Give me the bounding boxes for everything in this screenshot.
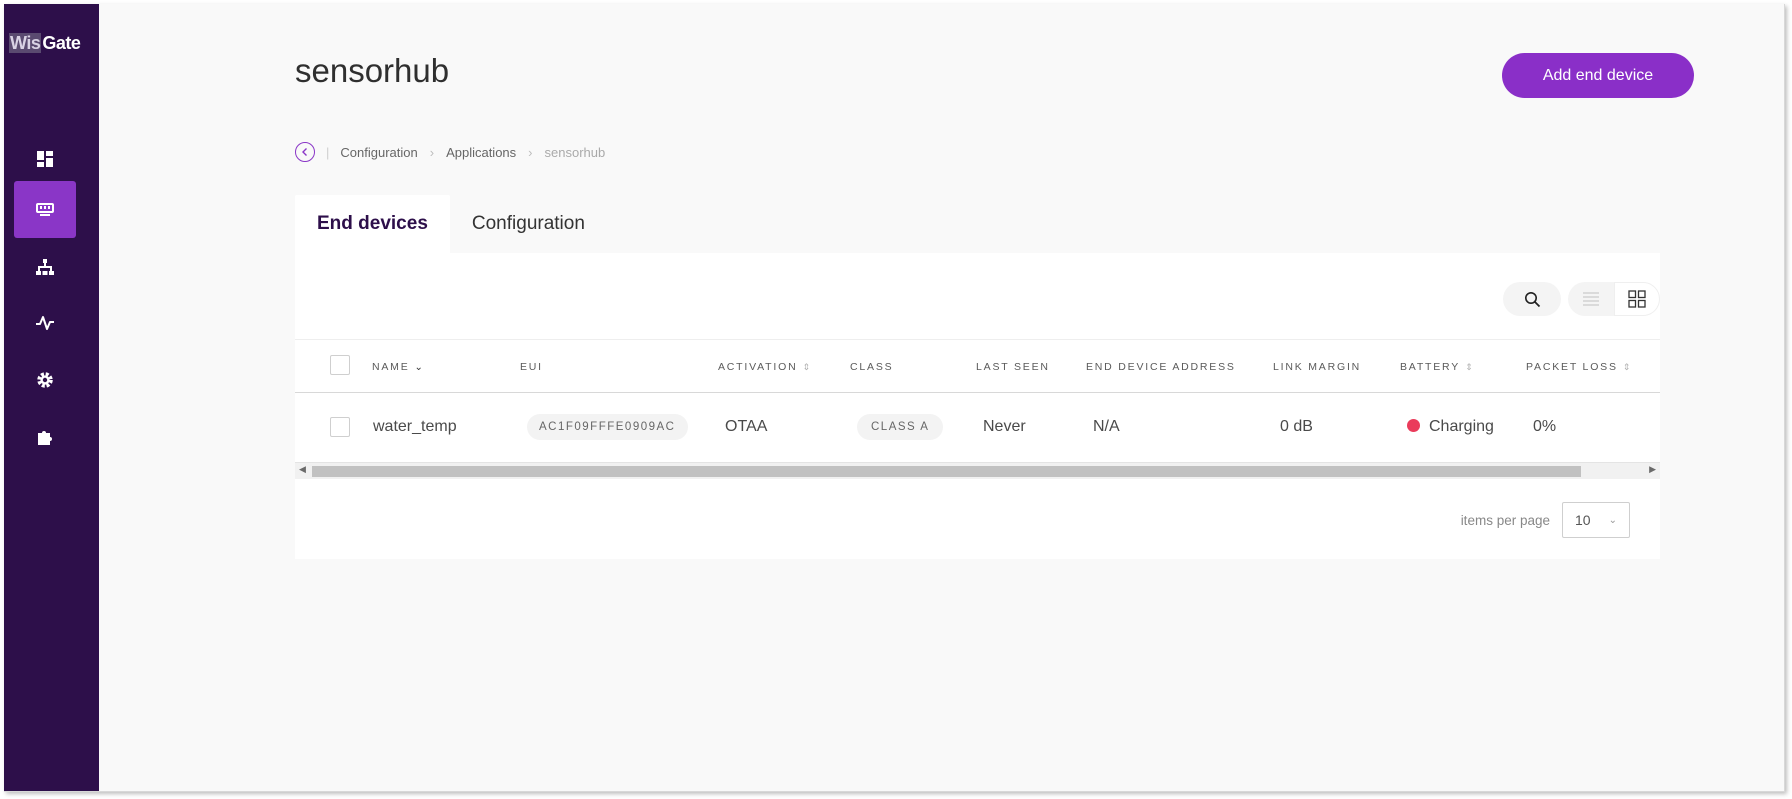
horizontal-scrollbar[interactable]: ◀ ▶ — [295, 462, 1660, 479]
column-header-last-seen: LAST SEEN — [976, 361, 1050, 373]
breadcrumb-configuration[interactable]: Configuration — [340, 145, 417, 160]
sidebar-item-devices[interactable] — [14, 181, 76, 238]
end-devices-card: NAME ⌄ EUI ACTIVATION ⇕ CLASS LAST SEEN EN… — [295, 253, 1660, 559]
search-icon — [1524, 291, 1540, 307]
row-checkbox[interactable] — [330, 417, 350, 437]
list-view-button[interactable] — [1568, 282, 1614, 316]
back-button[interactable] — [295, 142, 315, 162]
grid-view-icon — [1628, 290, 1646, 308]
network-tree-icon — [36, 258, 54, 275]
device-class-badge: CLASS A — [857, 414, 944, 440]
breadcrumb-current: sensorhub — [544, 144, 606, 160]
end-devices-table: NAME ⌄ EUI ACTIVATION ⇕ CLASS LAST SEEN EN… — [295, 339, 1660, 462]
sidebar-item-extensions[interactable] — [14, 408, 76, 465]
table-row[interactable]: water_temp AC1F09FFFE0909AC OTAA CLASS A… — [295, 393, 1660, 462]
select-all-checkbox[interactable] — [330, 355, 350, 375]
grid-view-button[interactable] — [1613, 282, 1660, 316]
tab-bar: End devices Configuration — [295, 195, 607, 253]
battery-status-text: Charging — [1429, 418, 1494, 435]
list-view-icon — [1582, 292, 1599, 306]
sort-icon: ⇕ — [1622, 361, 1633, 372]
sidebar-item-settings[interactable] — [14, 351, 76, 408]
column-header-packet-loss[interactable]: PACKET LOSS ⇕ — [1526, 361, 1632, 373]
activity-pulse-icon — [36, 315, 54, 330]
items-per-page-value: 10 — [1575, 512, 1591, 528]
column-header-activation[interactable]: ACTIVATION ⇕ — [718, 361, 812, 373]
chevron-right-icon: › — [429, 144, 435, 160]
device-packet-loss: 0% — [1533, 418, 1557, 435]
page-title: sensorhub — [295, 52, 450, 89]
chevron-left-icon — [302, 148, 307, 156]
sidebar-item-network[interactable] — [14, 238, 76, 295]
items-per-page-select[interactable]: 10 ⌄ — [1562, 502, 1630, 538]
view-toggle — [1548, 282, 1660, 316]
device-name[interactable]: water_temp — [373, 418, 457, 436]
sort-icon: ⇕ — [1465, 361, 1475, 372]
device-activation: OTAA — [725, 418, 768, 435]
scroll-left-arrow-icon[interactable]: ◀ — [299, 464, 306, 475]
sidebar-item-activity[interactable] — [14, 294, 76, 351]
gear-icon — [37, 371, 53, 388]
logo-gate-text: Gate — [42, 33, 81, 53]
scrollbar-thumb[interactable] — [312, 466, 1581, 477]
pagination: items per page 10 ⌄ — [1461, 502, 1630, 538]
device-eui-badge: AC1F09FFFE0909AC — [527, 414, 688, 440]
chevron-down-icon: ⌄ — [1608, 514, 1617, 526]
breadcrumb-divider: | — [326, 144, 330, 160]
sidebar: Wis Gate — [4, 4, 99, 791]
tab-end-devices[interactable]: End devices — [295, 195, 450, 253]
dashboard-icon — [37, 150, 53, 167]
scroll-right-arrow-icon[interactable]: ▶ — [1649, 464, 1656, 475]
add-end-device-button[interactable]: Add end device — [1502, 53, 1694, 98]
device-battery: Charging — [1407, 418, 1494, 436]
column-header-name[interactable]: NAME ⌄ — [372, 361, 425, 373]
device-last-seen: Never — [983, 418, 1026, 435]
device-link-margin: 0 dB — [1280, 418, 1313, 435]
column-header-battery[interactable]: BATTERY ⇕ — [1400, 361, 1474, 373]
logo-wis-text: Wis — [9, 33, 42, 53]
items-per-page-label: items per page — [1460, 512, 1550, 528]
puzzle-extension-icon — [38, 430, 52, 445]
chevron-down-icon: ⌄ — [414, 361, 425, 373]
column-header-eui: EUI — [520, 361, 543, 373]
breadcrumb: | Configuration › Applications › sensorh… — [295, 140, 605, 164]
table-header: NAME ⌄ EUI ACTIVATION ⇕ CLASS LAST SEEN EN… — [295, 339, 1660, 393]
breadcrumb-applications[interactable]: Applications — [446, 145, 516, 160]
chevron-right-icon: › — [528, 144, 533, 160]
gateway-device-icon — [36, 202, 54, 216]
tab-configuration[interactable]: Configuration — [450, 195, 607, 253]
sidebar-item-dashboard[interactable] — [14, 130, 76, 187]
wisgate-logo: Wis Gate — [9, 33, 81, 54]
app-window: Wis Gate sensorhub Add end device | Conf… — [4, 4, 1785, 792]
column-header-link-margin: LINK MARGIN — [1273, 361, 1362, 373]
column-header-class: CLASS — [850, 361, 894, 373]
column-header-address: END DEVICE ADDRESS — [1086, 361, 1236, 373]
battery-status-dot — [1407, 419, 1420, 432]
device-address: N/A — [1093, 418, 1120, 435]
sort-icon: ⇕ — [802, 361, 812, 372]
